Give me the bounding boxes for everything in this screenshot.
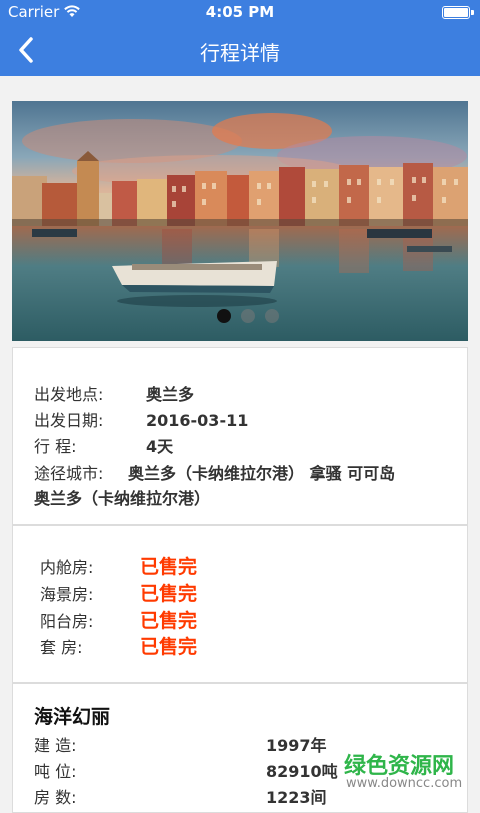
battery-icon	[442, 6, 470, 19]
depart-place-row: 出发地点: 奥兰多	[34, 381, 194, 405]
duration-label: 行 程:	[34, 437, 77, 456]
carousel-dot-2[interactable]	[241, 309, 255, 323]
cabin-status: 已售完	[140, 636, 198, 658]
cabin-row: 阳台房: 已售完	[40, 606, 197, 633]
route-label: 途径城市:	[34, 464, 104, 483]
depart-date-value: 2016-03-11	[146, 411, 249, 430]
route-line-2: 奥兰多（卡纳维拉尔港）	[34, 489, 211, 508]
trip-info-card: 出发地点: 奥兰多 出发日期: 2016-03-11 行 程: 4天 途径城市: 奥兰多…	[12, 347, 468, 525]
depart-date-row: 出发日期: 2016-03-11	[34, 407, 248, 431]
ship-rooms-label: 房 数:	[34, 788, 77, 807]
duration-row: 行 程: 4天	[34, 433, 173, 457]
battery-tip	[471, 10, 474, 15]
cabin-row: 海景房: 已售完	[40, 579, 197, 606]
depart-place-label: 出发地点:	[34, 385, 104, 404]
clock: 4:05 PM	[205, 3, 275, 21]
status-bar: Carrier 4:05 PM	[0, 0, 480, 24]
ship-rooms-value: 1223间	[266, 788, 327, 807]
carousel-dots	[217, 309, 279, 323]
cabin-status: 已售完	[140, 610, 198, 632]
route-row-2: 奥兰多（卡纳维拉尔港）	[34, 485, 210, 509]
ship-rooms-row: 房 数: 1223间	[34, 784, 327, 808]
cabin-status: 已售完	[140, 583, 198, 605]
page-title: 行程详情	[200, 41, 280, 65]
route-line-1: 奥兰多（卡纳维拉尔港） 拿骚 可可岛	[128, 464, 396, 483]
ship-built-row: 建 造: 1997年	[34, 732, 327, 756]
depart-date-label: 出发日期:	[34, 411, 104, 430]
cabin-status: 已售完	[140, 556, 198, 578]
cabin-label: 海景房:	[40, 585, 94, 604]
ship-tonnage-label: 吨 位:	[34, 762, 77, 781]
ship-tonnage-row: 吨 位: 82910吨	[34, 758, 338, 782]
route-row: 途径城市: 奥兰多（卡纳维拉尔港） 拿骚 可可岛	[34, 460, 395, 484]
ship-tonnage-value: 82910吨	[266, 762, 338, 781]
cabin-row: 内舱房: 已售完	[40, 552, 197, 579]
watermark-url: www.downcc.com	[346, 776, 463, 791]
cabin-label: 内舱房:	[40, 558, 94, 577]
duration-value: 4天	[146, 437, 174, 456]
depart-place-value: 奥兰多	[146, 385, 195, 404]
carousel-dot-3[interactable]	[265, 309, 279, 323]
banner-carousel[interactable]	[12, 101, 468, 341]
ship-built-value: 1997年	[266, 736, 327, 755]
cabin-label: 套 房:	[40, 638, 83, 657]
harbor-photo	[12, 101, 468, 341]
carousel-dot-1[interactable]	[217, 309, 231, 323]
nav-bar: 行程详情	[0, 24, 480, 76]
ship-name: 海洋幻丽	[34, 706, 111, 728]
cabin-label: 阳台房:	[40, 612, 94, 631]
cabin-row: 套 房: 已售完	[40, 632, 197, 659]
ship-built-label: 建 造:	[34, 736, 77, 755]
cabin-availability-card: 内舱房: 已售完 海景房: 已售完 阳台房: 已售完 套 房: 已售完	[12, 525, 468, 683]
